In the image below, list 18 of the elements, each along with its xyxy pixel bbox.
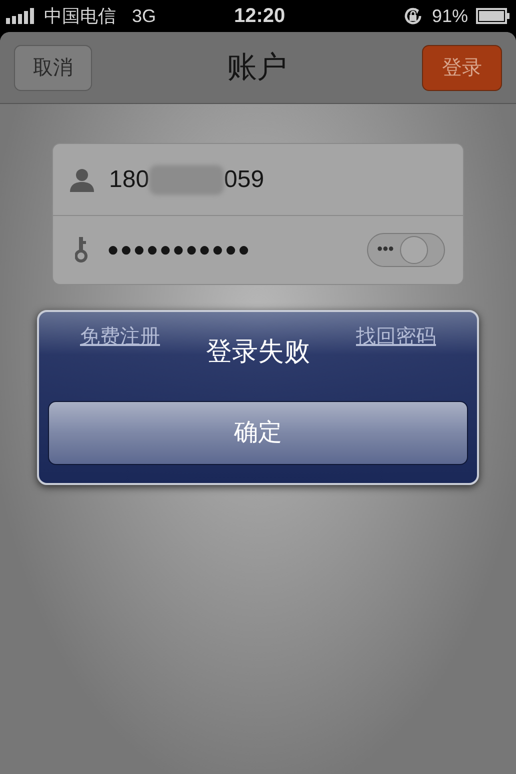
password-field[interactable]: ●●●●●●●●●●●: [107, 235, 251, 265]
screen-title: 账户: [226, 50, 288, 86]
link[interactable]: 免费注册: [80, 322, 160, 352]
person-icon: [69, 168, 95, 192]
username-text[interactable]: 180: [109, 162, 150, 198]
clock-time: 12:20: [234, 4, 286, 29]
username-text[interactable]: 059: [224, 162, 264, 198]
battery-percent: 91%: [432, 4, 468, 28]
cancel-button[interactable]: 取消: [14, 44, 92, 90]
show-password-toggle[interactable]: •••: [367, 233, 445, 267]
network-type: 3G: [132, 4, 156, 28]
login-button[interactable]: 登录: [422, 44, 502, 90]
key-icon: [75, 237, 89, 263]
link[interactable]: 找回密码: [356, 322, 436, 352]
alert-title: 登录失败: [206, 335, 310, 368]
battery-icon: [476, 8, 510, 24]
ok-button[interactable]: 确定: [48, 401, 468, 465]
carrier-name: 中国电信: [44, 4, 116, 28]
